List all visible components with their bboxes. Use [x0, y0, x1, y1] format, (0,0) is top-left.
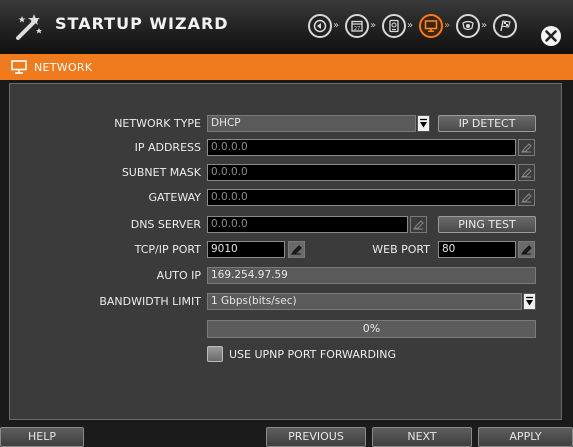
section-title: NETWORK — [34, 61, 93, 74]
web-port-field[interactable]: 80 — [438, 241, 516, 258]
step-hdd-icon[interactable] — [382, 14, 406, 38]
gateway-keyboard-icon[interactable] — [518, 189, 535, 206]
apply-button[interactable]: APPLY — [478, 427, 573, 447]
ip-address-field[interactable]: 0.0.0.0 — [207, 139, 516, 156]
dns-server-label: DNS SERVER — [130, 218, 201, 231]
network-type-dropdown-icon[interactable] — [417, 115, 430, 132]
network-type-label: NETWORK TYPE — [114, 117, 201, 130]
monitor-icon — [11, 60, 27, 74]
network-type-select[interactable]: DHCP — [207, 115, 416, 132]
subnet-mask-field[interactable]: 0.0.0.0 — [207, 164, 516, 181]
auto-ip-label: AUTO IP — [156, 269, 201, 282]
title-bar: STARTUP WIZARD » 27 » » » » — [0, 0, 573, 54]
tcpip-port-field[interactable]: 9010 — [207, 241, 285, 258]
bandwidth-limit-select[interactable]: 1 Gbps(bits/sec) — [207, 293, 522, 310]
step-arrow-icon: » — [333, 20, 340, 31]
bandwidth-dropdown-icon[interactable] — [523, 293, 536, 310]
previous-button[interactable]: PREVIOUS — [266, 427, 366, 447]
gateway-label: GATEWAY — [148, 191, 201, 204]
footer-bar: HELP PREVIOUS NEXT APPLY — [0, 424, 573, 447]
ip-address-keyboard-icon[interactable] — [518, 139, 535, 156]
help-button[interactable]: HELP — [0, 427, 84, 447]
magic-wand-icon — [16, 14, 42, 40]
ip-address-label: IP ADDRESS — [134, 141, 201, 154]
tcpip-port-keyboard-icon[interactable] — [288, 241, 305, 258]
ping-test-button[interactable]: PING TEST — [438, 216, 536, 233]
step-arrow-icon: » — [407, 20, 414, 31]
dns-server-keyboard-icon[interactable] — [410, 216, 427, 233]
upnp-label: USE UPNP PORT FORWARDING — [229, 348, 396, 361]
dns-server-field[interactable]: 0.0.0.0 — [207, 216, 408, 233]
step-arrow-icon: » — [370, 20, 377, 31]
window-title: STARTUP WIZARD — [55, 14, 229, 33]
gateway-field[interactable]: 0.0.0.0 — [207, 189, 516, 206]
web-port-label: WEB PORT — [372, 243, 430, 256]
svg-text:27: 27 — [354, 26, 360, 32]
close-icon[interactable] — [539, 24, 563, 48]
web-port-keyboard-icon[interactable] — [518, 241, 535, 258]
auto-ip-value: 169.254.97.59 — [207, 267, 536, 284]
step-network-monitor-icon[interactable] — [419, 14, 443, 38]
progress-bar: 0% — [207, 320, 536, 338]
step-camera-icon[interactable] — [456, 14, 480, 38]
step-calendar-icon[interactable]: 27 — [345, 14, 369, 38]
ip-detect-button[interactable]: IP DETECT — [438, 115, 536, 132]
step-finish-flag-icon[interactable] — [493, 14, 517, 38]
section-header: NETWORK — [0, 54, 573, 80]
next-button[interactable]: NEXT — [372, 427, 472, 447]
step-arrow-icon: » — [481, 20, 488, 31]
tcpip-port-label: TCP/IP PORT — [134, 243, 201, 256]
subnet-mask-label: SUBNET MASK — [121, 166, 201, 179]
bandwidth-limit-label: BANDWIDTH LIMIT — [99, 295, 201, 308]
upnp-checkbox[interactable] — [207, 346, 223, 362]
subnet-mask-keyboard-icon[interactable] — [518, 164, 535, 181]
step-arrow-icon: » — [444, 20, 451, 31]
step-language-icon[interactable] — [308, 14, 332, 38]
